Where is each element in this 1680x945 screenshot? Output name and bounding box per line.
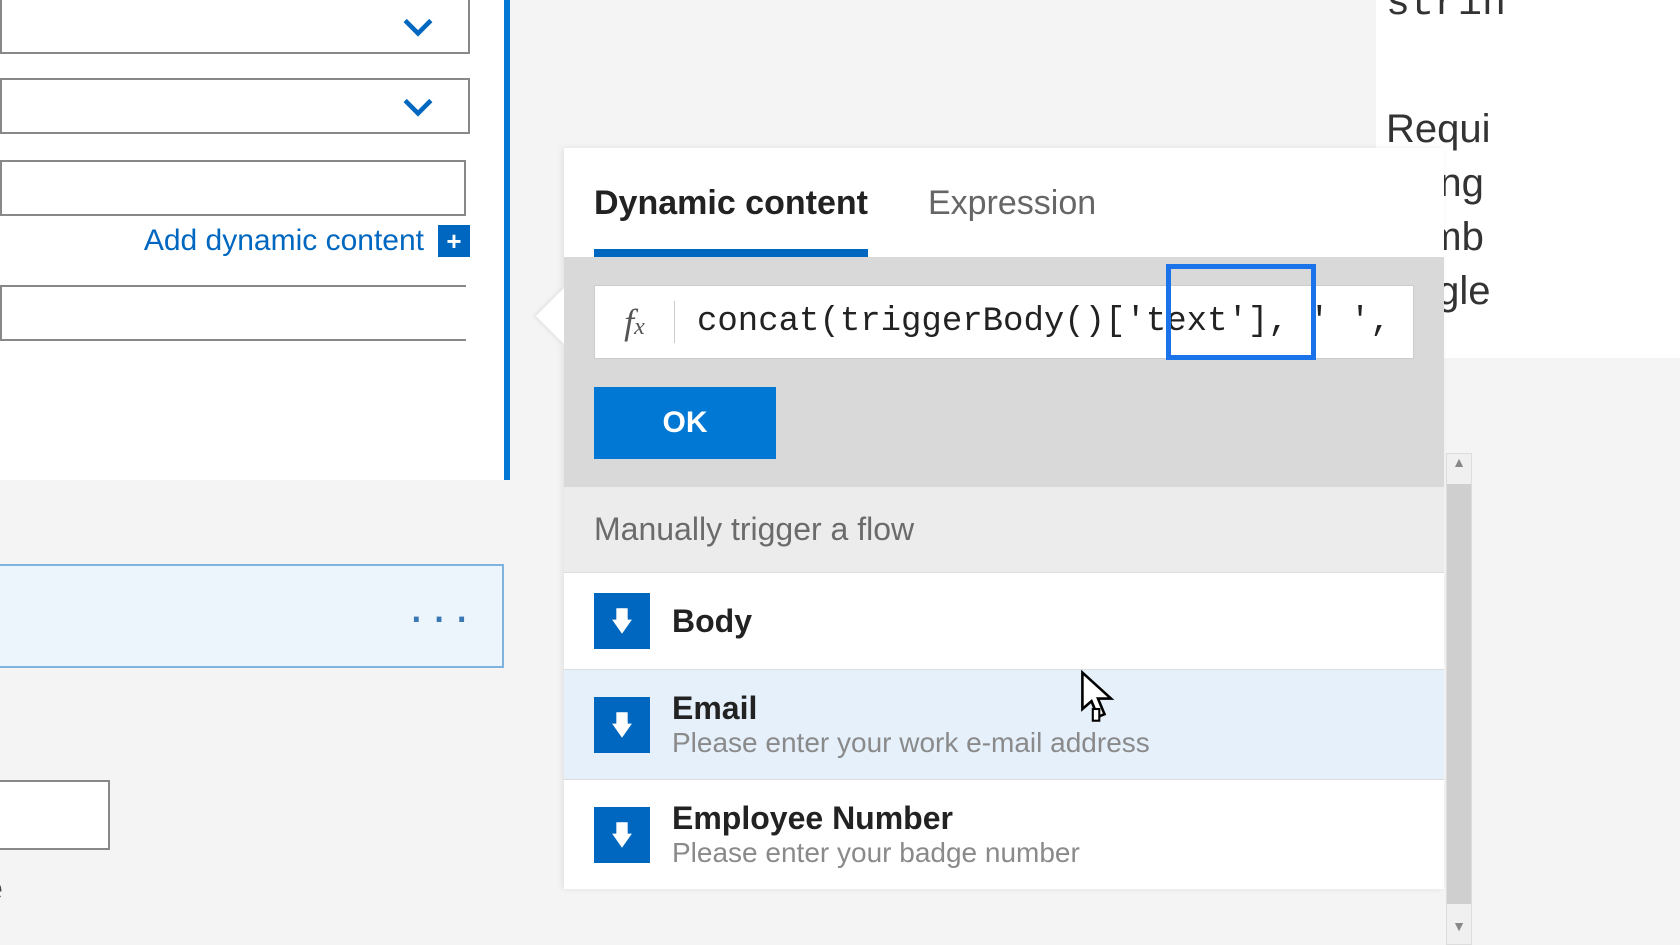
dynamic-content-list: Body Email Please enter your work e-mail… bbox=[564, 572, 1444, 889]
section-header-trigger: Manually trigger a flow bbox=[564, 487, 1444, 572]
item-description: Please enter your work e-mail address bbox=[672, 727, 1150, 759]
scroll-up-icon[interactable]: ▲ bbox=[1447, 454, 1471, 480]
list-item-employee-number[interactable]: Employee Number Please enter your badge … bbox=[564, 779, 1444, 889]
fx-icon: fx bbox=[595, 301, 675, 343]
expression-area: fx concat(triggerBody()['text'], ' ', ) … bbox=[564, 257, 1444, 487]
action-card[interactable]: ··· bbox=[0, 564, 504, 668]
expression-input[interactable]: concat(triggerBody()['text'], ' ', ) bbox=[675, 303, 1413, 341]
list-item-email[interactable]: Email Please enter your work e-mail addr… bbox=[564, 669, 1444, 779]
scroll-down-icon[interactable]: ▼ bbox=[1447, 918, 1471, 944]
list-item-body[interactable]: Body bbox=[564, 572, 1444, 669]
cutoff-text-left: e bbox=[0, 870, 3, 909]
chevron-down-icon bbox=[396, 4, 440, 48]
form-input-3[interactable] bbox=[0, 160, 466, 216]
scrollbar[interactable]: ▲ ▼ bbox=[1446, 453, 1472, 945]
form-input-4[interactable] bbox=[0, 285, 466, 341]
tab-dynamic-content[interactable]: Dynamic content bbox=[594, 184, 868, 257]
add-dynamic-content-label: Add dynamic content bbox=[144, 224, 424, 258]
add-dynamic-content-link[interactable]: Add dynamic content + bbox=[0, 224, 470, 258]
popup-pointer-icon bbox=[536, 288, 564, 344]
chevron-down-icon bbox=[396, 84, 440, 128]
item-description: Please enter your badge number bbox=[672, 837, 1080, 869]
item-title: Email bbox=[672, 690, 1150, 727]
form-dropdown-2[interactable] bbox=[0, 78, 470, 134]
item-title: Employee Number bbox=[672, 800, 1080, 837]
plus-icon: + bbox=[438, 225, 470, 257]
trigger-icon bbox=[594, 697, 650, 753]
dynamic-content-popup: Dynamic content Expression fx concat(tri… bbox=[564, 148, 1444, 889]
item-title: Body bbox=[672, 603, 752, 640]
tab-expression[interactable]: Expression bbox=[928, 184, 1096, 257]
trigger-icon bbox=[594, 593, 650, 649]
popup-tabs: Dynamic content Expression bbox=[564, 148, 1444, 257]
form-panel: Add dynamic content + bbox=[0, 0, 510, 480]
ok-button[interactable]: OK bbox=[594, 387, 776, 459]
trigger-icon bbox=[594, 807, 650, 863]
form-dropdown-1[interactable] bbox=[0, 0, 470, 54]
expression-input-row: fx concat(triggerBody()['text'], ' ', ) bbox=[594, 285, 1414, 359]
small-input-box[interactable] bbox=[0, 780, 110, 850]
scroll-thumb[interactable] bbox=[1447, 484, 1471, 904]
